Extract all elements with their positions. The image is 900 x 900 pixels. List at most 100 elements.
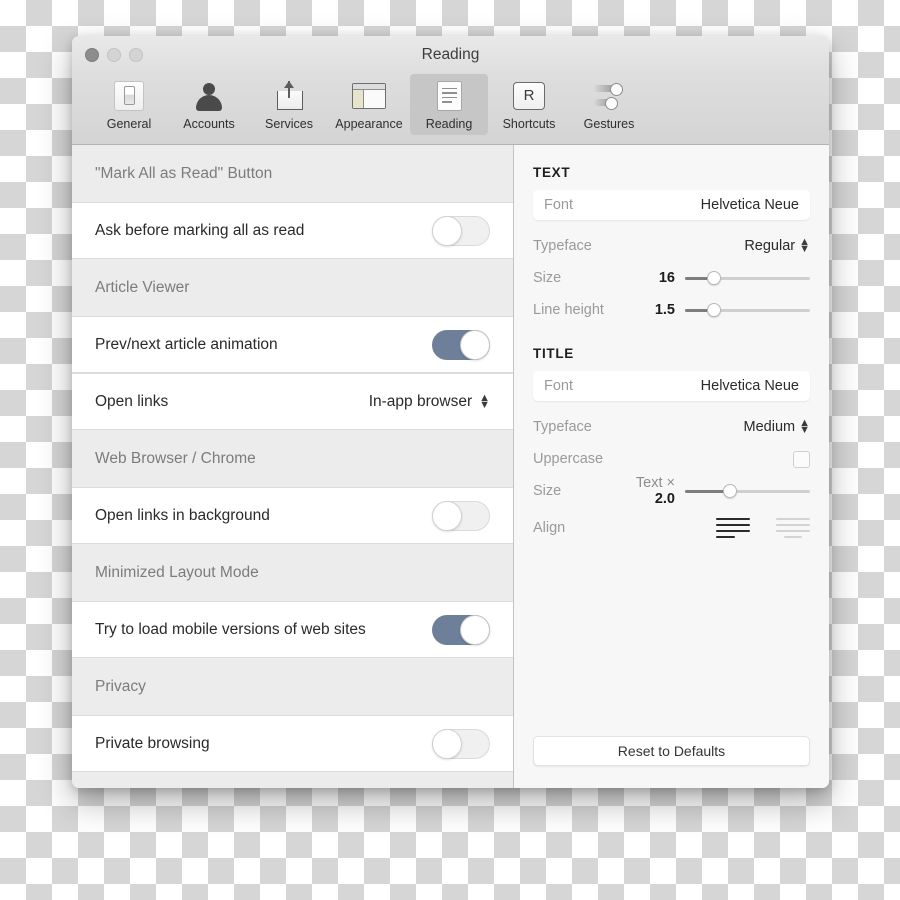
setting-label: Open links in background: [95, 506, 270, 524]
field-label-title-typeface: Typeface: [533, 419, 592, 435]
field-text-font[interactable]: Font Helvetica Neue: [533, 190, 810, 220]
person-icon: [195, 79, 223, 112]
setting-row-ask-before-marking[interactable]: Ask before marking all as read: [72, 202, 513, 259]
field-text-line-height[interactable]: Line height 1.5: [533, 294, 810, 326]
field-title-font[interactable]: Font Helvetica Neue: [533, 371, 810, 401]
field-prefix-title-size: Text ×: [635, 475, 675, 491]
toolbar-item-accounts[interactable]: Accounts: [170, 74, 248, 135]
setting-row-prev-next-animation[interactable]: Prev/next article animation: [72, 316, 513, 373]
field-label-title-font: Font: [544, 378, 574, 394]
section-title-title: TITLE: [533, 346, 574, 361]
align-button-group: [716, 517, 810, 539]
toggle-private-browsing[interactable]: [432, 728, 490, 759]
section-title-text: TEXT: [533, 165, 571, 180]
field-value-text-typeface: Regular: [744, 238, 796, 254]
field-title-size[interactable]: Size Text × 2.0: [533, 475, 810, 507]
setting-label: Prev/next article animation: [95, 335, 278, 353]
group-heading-privacy: Privacy: [72, 658, 513, 715]
chevron-updown-icon: ▲ ▼: [479, 391, 490, 411]
setting-row-open-links[interactable]: Open links In-app browser ▲ ▼: [72, 373, 513, 430]
field-title-align: Align: [533, 507, 810, 549]
field-label-text-font: Font: [544, 197, 574, 213]
field-value-text-line-height: 1.5: [654, 302, 675, 318]
field-label-text-typeface: Typeface: [533, 238, 592, 254]
window-titlebar: Reading: [72, 36, 829, 74]
toolbar-label-services: Services: [265, 117, 313, 131]
field-number-title-size: 2.0: [654, 491, 675, 507]
toolbar-item-appearance[interactable]: Appearance: [330, 74, 408, 135]
field-label-text-size: Size: [533, 270, 562, 286]
toggle-ask-before-marking-all-as-read[interactable]: [432, 215, 490, 246]
setting-row-private-browsing[interactable]: Private browsing: [72, 715, 513, 772]
field-label-title-align: Align: [533, 520, 566, 536]
toolbar-label-accounts: Accounts: [183, 117, 235, 131]
align-center-icon[interactable]: [776, 517, 810, 539]
slider-text-size[interactable]: [685, 271, 810, 285]
slider-knob[interactable]: [723, 484, 737, 498]
field-value-title-size: Text × 2.0: [623, 475, 685, 507]
setting-row-open-links-in-background[interactable]: Open links in background: [72, 487, 513, 544]
reset-to-defaults-button[interactable]: Reset to Defaults: [533, 736, 810, 766]
setting-label: Private browsing: [95, 734, 210, 752]
slider-title-size[interactable]: [685, 484, 810, 498]
toolbar-item-general[interactable]: General: [90, 74, 168, 135]
popup-open-links[interactable]: In-app browser ▲ ▼: [368, 391, 490, 411]
field-value-text-font: Helvetica Neue: [700, 197, 799, 213]
preferences-window: Reading General Accounts Services Appear…: [72, 36, 829, 788]
group-heading-web-browser-chrome: Web Browser / Chrome: [72, 430, 513, 487]
setting-label: Ask before marking all as read: [95, 221, 305, 239]
field-value-text-size: 16: [658, 270, 675, 286]
popup-text-typeface[interactable]: Regular ▲ ▼: [744, 236, 810, 255]
field-text-typeface[interactable]: Typeface Regular ▲ ▼: [533, 230, 810, 262]
slider-text-line-height[interactable]: [685, 303, 810, 317]
toggle-prev-next-article-animation[interactable]: [432, 329, 490, 360]
field-value-title-typeface: Medium: [743, 419, 796, 435]
preferences-toolbar: General Accounts Services Appearance Rea…: [72, 74, 829, 145]
slider-knob[interactable]: [706, 303, 721, 317]
document-icon: [436, 79, 462, 112]
share-icon: [274, 79, 304, 112]
setting-label: Try to load mobile versions of web sites: [95, 620, 366, 638]
toggle-try-to-load-mobile-versions[interactable]: [432, 614, 490, 645]
slider-knob[interactable]: [706, 271, 721, 285]
toolbar-label-appearance: Appearance: [335, 117, 403, 131]
toggle-open-links-in-background[interactable]: [432, 500, 490, 531]
chevron-updown-icon: ▲ ▼: [799, 236, 810, 255]
group-heading-article-viewer: Article Viewer: [72, 259, 513, 316]
field-title-uppercase[interactable]: Uppercase: [533, 443, 810, 475]
field-value-title-font: Helvetica Neue: [700, 378, 799, 394]
align-left-icon[interactable]: [716, 517, 750, 539]
switch-icon: [114, 79, 144, 112]
setting-row-mobile-versions[interactable]: Try to load mobile versions of web sites: [72, 601, 513, 658]
window-title: Reading: [421, 46, 480, 63]
settings-list: "Mark All as Read" Button Ask before mar…: [72, 145, 514, 788]
field-label-title-size: Size: [533, 483, 562, 499]
field-label-text-line-height: Line height: [533, 302, 604, 318]
toolbar-item-shortcuts[interactable]: R Shortcuts: [490, 74, 568, 135]
chevron-updown-icon: ▲ ▼: [799, 417, 810, 436]
content-area: "Mark All as Read" Button Ask before mar…: [72, 145, 829, 788]
checkbox-title-uppercase[interactable]: [793, 450, 810, 468]
shortcut-key-letter: R: [513, 81, 545, 110]
toolbar-item-reading[interactable]: Reading: [410, 74, 488, 135]
toolbar-item-services[interactable]: Services: [250, 74, 328, 135]
toolbar-item-gestures[interactable]: Gestures: [570, 74, 648, 135]
setting-label: Open links: [95, 392, 169, 410]
group-heading-mark-all-as-read: "Mark All as Read" Button: [72, 145, 513, 202]
field-label-title-uppercase: Uppercase: [533, 451, 604, 467]
sliders-icon: [594, 79, 624, 112]
field-title-typeface[interactable]: Typeface Medium ▲ ▼: [533, 411, 810, 443]
toolbar-label-shortcuts: Shortcuts: [502, 117, 556, 131]
toolbar-label-gestures: Gestures: [583, 117, 635, 131]
field-text-size[interactable]: Size 16: [533, 262, 810, 294]
toolbar-label-reading: Reading: [425, 117, 473, 131]
toolbar-label-general: General: [106, 117, 152, 131]
popup-title-typeface[interactable]: Medium ▲ ▼: [743, 417, 810, 436]
typography-panel: TEXT Font Helvetica Neue Typeface Regula…: [514, 145, 829, 788]
layout-icon: [352, 79, 386, 112]
popup-open-links-value: In-app browser: [368, 392, 473, 410]
key-r-icon: R: [513, 79, 545, 112]
